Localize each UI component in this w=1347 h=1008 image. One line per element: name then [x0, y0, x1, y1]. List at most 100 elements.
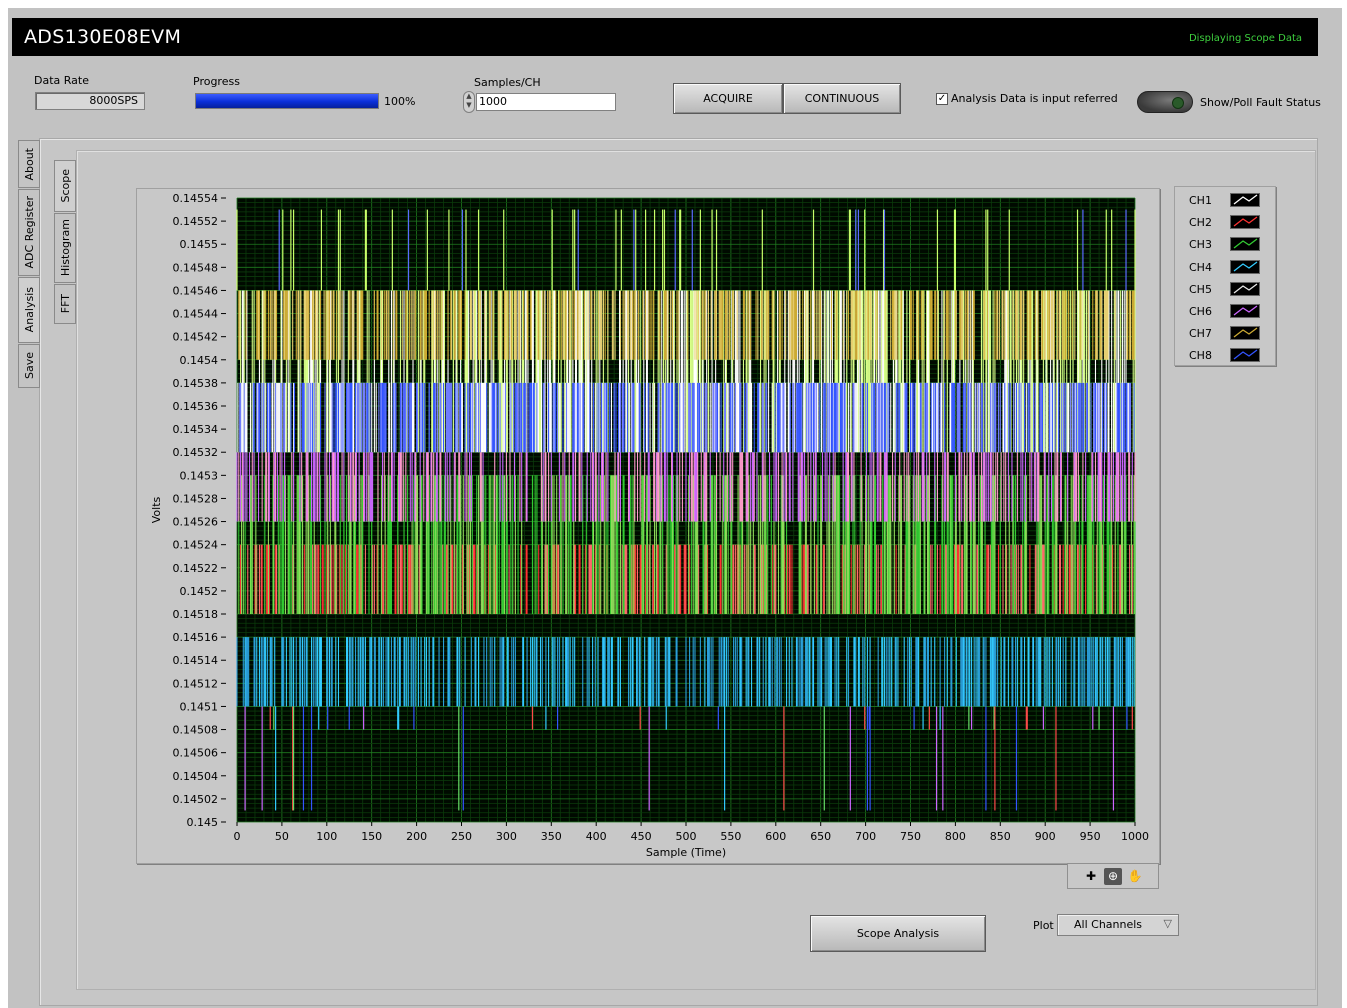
y-axis-label: Volts: [150, 496, 163, 523]
x-tick-label: 450: [631, 830, 652, 843]
x-tick-label: 600: [765, 830, 786, 843]
x-tick-label: 1000: [1121, 830, 1149, 843]
plot-label: Plot: [1033, 919, 1054, 932]
tab-analysis[interactable]: Analysis: [18, 277, 40, 343]
progress-fill: [196, 94, 378, 108]
legend-swatch: [1230, 193, 1260, 207]
x-tick-label: 850: [990, 830, 1011, 843]
y-tick-label: 0.14522: [173, 562, 219, 575]
y-tick-label: 0.1451: [180, 700, 219, 713]
y-tick-label: 0.14546: [173, 284, 219, 297]
data-rate-indicator: 8000SPS: [35, 92, 145, 110]
tab-fft[interactable]: FFT: [54, 284, 76, 324]
y-tick-label: 0.14506: [173, 747, 219, 760]
fault-status-label: Show/Poll Fault Status: [1200, 96, 1321, 109]
legend-item-ch7[interactable]: CH7: [1189, 326, 1271, 342]
legend-swatch: [1230, 259, 1260, 274]
x-tick-label: 500: [676, 830, 697, 843]
y-tick-label: 0.14508: [173, 724, 219, 737]
scope-analysis-button[interactable]: Scope Analysis: [810, 915, 986, 952]
x-tick-label: 750: [900, 830, 921, 843]
progress-bar: [195, 93, 379, 109]
y-tick-label: 0.14534: [173, 423, 219, 436]
plot-select[interactable]: All Channels ▽: [1057, 914, 1179, 936]
scope-chart[interactable]: 0.145540.145520.14550.145480.145460.1454…: [136, 188, 1158, 862]
chevron-down-icon: ▽: [1163, 917, 1172, 930]
tab-about[interactable]: About: [18, 140, 40, 188]
continuous-button[interactable]: CONTINUOUS: [783, 83, 901, 114]
legend-label: CH2: [1189, 216, 1212, 230]
plot-legend: CH1 CH2 CH3 CH4 CH5 CH6 CH7 CH8: [1174, 186, 1276, 366]
legend-label: CH5: [1189, 282, 1212, 296]
acquire-button[interactable]: ACQUIRE: [673, 83, 783, 114]
title-bar: ADS130E08EVM Displaying Scope Data: [12, 18, 1318, 56]
legend-swatch: [1230, 281, 1260, 296]
legend-item-ch3[interactable]: CH3: [1189, 237, 1271, 253]
x-tick-label: 550: [720, 830, 741, 843]
samples-label: Samples/CH: [474, 76, 541, 89]
led-indicator-icon: [1172, 97, 1184, 109]
tab-save[interactable]: Save: [18, 344, 40, 388]
legend-label: CH7: [1189, 327, 1212, 341]
x-tick-label: 50: [275, 830, 289, 843]
y-tick-label: 0.14532: [173, 446, 219, 459]
fault-status-toggle[interactable]: [1137, 91, 1193, 113]
y-tick-label: 0.14548: [173, 261, 219, 274]
x-tick-label: 250: [451, 830, 472, 843]
legend-item-ch6[interactable]: CH6: [1189, 304, 1271, 320]
y-tick-label: 0.14554: [173, 192, 219, 205]
legend-swatch: [1230, 237, 1260, 252]
x-tick-label: 650: [810, 830, 831, 843]
analysis-checkbox[interactable]: ✓: [936, 93, 948, 105]
legend-label: CH6: [1189, 305, 1212, 318]
y-tick-label: 0.14512: [173, 677, 219, 690]
y-tick-label: 0.14528: [173, 492, 219, 505]
legend-label: CH3: [1189, 238, 1212, 252]
samples-input[interactable]: 1000: [476, 93, 616, 111]
y-tick-label: 0.14544: [173, 308, 219, 321]
x-tick-label: 200: [406, 830, 427, 843]
tab-histogram[interactable]: Histogram: [54, 213, 76, 283]
y-tick-label: 0.14518: [173, 608, 219, 621]
x-tick-label: 400: [586, 830, 607, 843]
x-tick-label: 350: [541, 830, 562, 843]
analysis-checkbox-label: Analysis Data is input referred: [951, 92, 1118, 105]
legend-swatch: [1230, 326, 1260, 341]
y-tick-label: 0.1452: [180, 585, 219, 598]
legend-swatch: [1230, 304, 1260, 318]
pan-hand-icon[interactable]: ✋: [1126, 868, 1144, 885]
y-tick-label: 0.14552: [173, 215, 219, 228]
x-tick-label: 100: [316, 830, 337, 843]
graph-palette: ✚ ⊕ ✋: [1067, 863, 1159, 889]
legend-item-ch1[interactable]: CH1: [1189, 193, 1271, 209]
legend-item-ch4[interactable]: CH4: [1189, 259, 1271, 276]
legend-label: CH8: [1189, 349, 1212, 363]
y-tick-label: 0.14538: [173, 377, 219, 390]
cursor-crosshair-icon[interactable]: ✚: [1082, 868, 1100, 885]
legend-item-ch5[interactable]: CH5: [1189, 281, 1271, 298]
y-tick-label: 0.1453: [180, 469, 219, 482]
x-tick-label: 300: [496, 830, 517, 843]
y-tick-label: 0.14502: [173, 793, 219, 806]
y-tick-label: 0.14526: [173, 516, 219, 529]
progress-text: 100%: [384, 95, 416, 108]
y-tick-label: 0.145: [187, 816, 219, 829]
y-tick-label: 0.14542: [173, 331, 219, 344]
samples-stepper[interactable]: ▲ ▼: [463, 91, 475, 113]
progress-label: Progress: [193, 75, 240, 88]
x-tick-label: 950: [1080, 830, 1101, 843]
app-title: ADS130E08EVM: [24, 26, 182, 48]
y-tick-label: 0.1455: [180, 238, 219, 251]
tab-adc-register[interactable]: ADC Register: [18, 189, 40, 276]
zoom-icon[interactable]: ⊕: [1104, 868, 1122, 885]
legend-item-ch8[interactable]: CH8: [1189, 348, 1271, 364]
x-axis-label: Sample (Time): [646, 846, 726, 859]
tab-scope[interactable]: Scope: [54, 160, 76, 212]
y-tick-label: 0.14516: [173, 631, 219, 644]
legend-item-ch2[interactable]: CH2: [1189, 215, 1271, 231]
legend-swatch: [1230, 215, 1260, 230]
check-mark-icon: ✓: [937, 93, 947, 104]
x-tick-label: 800: [945, 830, 966, 843]
legend-label: CH4: [1189, 260, 1212, 274]
legend-label: CH1: [1189, 194, 1212, 207]
